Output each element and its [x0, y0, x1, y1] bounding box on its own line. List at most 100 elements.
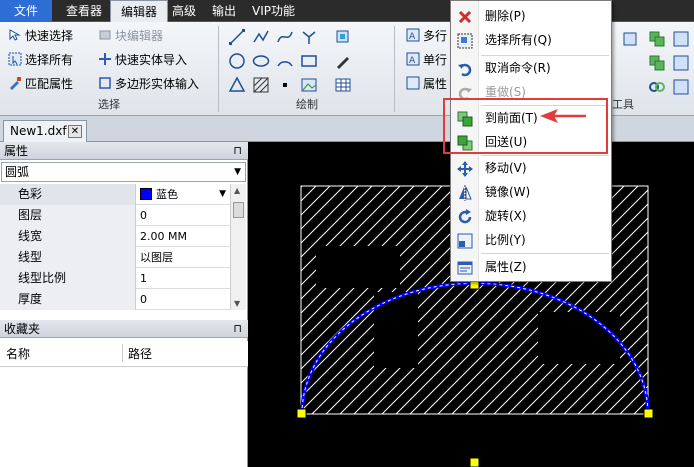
arc-grip-end[interactable] [643, 408, 654, 419]
menu-item-select-all[interactable]: 选择所有(Q) [451, 29, 611, 52]
pin-icon[interactable]: ⊓ [233, 320, 242, 338]
table-icon[interactable] [334, 76, 352, 94]
scroll-thumb[interactable] [233, 202, 244, 218]
object-type-select[interactable]: 圆弧 ▼ [1, 162, 246, 182]
property-value[interactable]: 1 [137, 268, 230, 289]
multiline-text-button[interactable]: A 多行 [406, 26, 447, 46]
favorites-column-header: 名称 路径 [0, 341, 248, 367]
layers-icon[interactable] [672, 30, 690, 48]
property-row[interactable]: 线型比例 1 [0, 268, 230, 289]
menu-item-label: 比例(Y) [485, 233, 526, 247]
arrow-annotation-icon [540, 109, 586, 123]
property-row[interactable]: 线型 以图层 [0, 247, 230, 268]
pen-icon[interactable] [334, 52, 352, 70]
menu-item-delete[interactable]: 删除(P) [451, 5, 611, 28]
menu-item-label: 移动(V) [485, 161, 527, 175]
close-tab-button[interactable]: ✕ [68, 125, 82, 138]
polyline-icon[interactable] [252, 28, 270, 46]
property-value[interactable]: 2.00 MM [137, 226, 230, 247]
point-icon[interactable] [300, 28, 318, 46]
property-row[interactable]: 线宽 2.00 MM [0, 226, 230, 247]
arc-icon[interactable] [276, 52, 294, 70]
link-icon[interactable] [648, 78, 666, 96]
property-value[interactable]: 以图层 [137, 247, 230, 268]
polygon-entity-input-label: 多边形实体输入 [115, 77, 200, 91]
color-value: 蓝色 [156, 188, 178, 201]
column-header-path[interactable]: 路径 [128, 345, 152, 362]
arc-grip-center[interactable] [469, 457, 480, 467]
column-header-name[interactable]: 名称 [6, 345, 30, 362]
ungroup-icon[interactable] [672, 54, 690, 72]
quick-entity-import-button[interactable]: 快速实体导入 [98, 50, 187, 70]
property-row[interactable]: 色彩 蓝色 ▼ [0, 184, 230, 205]
property-value[interactable]: 蓝色 ▼ [137, 184, 230, 205]
favorites-panel-header: 收藏夹 ⊓ [0, 320, 248, 338]
property-value[interactable]: 0 [137, 289, 230, 310]
attribute-label: 属性 [423, 77, 448, 91]
select-all-button[interactable]: 选择所有 [8, 50, 73, 70]
hatch-icon[interactable] [252, 76, 270, 94]
dot-icon[interactable] [276, 76, 294, 94]
rectangle-icon[interactable] [300, 52, 318, 70]
properties-icon [457, 261, 473, 275]
ellipse-icon[interactable] [252, 52, 270, 70]
brush-icon [10, 77, 21, 90]
block-editor-icon [99, 30, 111, 40]
quick-select-button[interactable]: 快速选择 [8, 26, 73, 46]
menu-item-move[interactable]: 移动(V) [451, 157, 611, 180]
svg-text:A: A [409, 56, 416, 66]
spline-icon[interactable] [276, 28, 294, 46]
text-icon: A [406, 52, 420, 66]
column-divider [122, 344, 123, 362]
menu-separator [481, 253, 609, 254]
scroll-up-icon[interactable]: ▲ [234, 186, 240, 195]
menu-tab-output[interactable]: 输出 [202, 0, 246, 22]
block-editor-button[interactable]: 块编辑器 [98, 26, 163, 46]
quick-select-label: 快速选择 [25, 29, 74, 43]
property-row[interactable]: 厚度 0 [0, 289, 230, 310]
polygon-icon [99, 77, 111, 89]
property-name: 图层 [0, 205, 136, 226]
match-props-button[interactable]: 匹配属性 [8, 74, 73, 94]
delete-icon [458, 10, 472, 24]
group-icon[interactable] [648, 54, 666, 72]
scroll-down-icon[interactable]: ▼ [234, 299, 240, 308]
menu-tab-vip[interactable]: VIP功能 [242, 0, 305, 22]
singleline-text-button[interactable]: A 单行 [406, 50, 447, 70]
line-icon[interactable] [228, 28, 246, 46]
menu-tab-viewer[interactable]: 查看器 [56, 0, 112, 22]
align-icon[interactable] [622, 30, 640, 48]
attribute-button[interactable]: 属性 [406, 74, 447, 94]
pin-icon[interactable]: ⊓ [233, 142, 242, 160]
menu-item-rotate[interactable]: 旋转(X) [451, 205, 611, 228]
arc-grip-start[interactable] [296, 408, 307, 419]
property-name: 线宽 [0, 226, 136, 247]
menu-item-label: 旋转(X) [485, 209, 527, 223]
triangle-icon[interactable] [228, 76, 246, 94]
undo-icon [458, 63, 472, 77]
property-value[interactable]: 0 [137, 205, 230, 226]
property-name: 厚度 [0, 289, 136, 310]
menu-item-properties[interactable]: 属性(Z) [451, 256, 611, 279]
copy-icon[interactable] [648, 30, 666, 48]
favorites-panel-title: 收藏夹 [4, 322, 41, 336]
property-scrollbar[interactable]: ▲ ▼ [230, 184, 246, 310]
chevron-down-icon[interactable]: ▼ [219, 184, 226, 205]
document-tab[interactable]: New1.dxf ✕ [3, 120, 87, 142]
menu-tab-advanced[interactable]: 高级 [162, 0, 206, 22]
menu-item-mirror[interactable]: 镜像(W) [451, 181, 611, 204]
draw-group-label: 绘制 [296, 98, 318, 111]
menu-tab-file[interactable]: 文件 [0, 0, 52, 22]
circle-icon[interactable] [228, 52, 246, 70]
menu-item-scale[interactable]: 比例(Y) [451, 229, 611, 252]
image-icon[interactable] [300, 76, 318, 94]
insert-block-icon[interactable] [334, 28, 352, 46]
crosshair-icon [99, 53, 111, 65]
quick-select-icon [9, 29, 21, 41]
color-swatch [140, 188, 152, 200]
polygon-entity-input-button[interactable]: 多边形实体输入 [98, 74, 199, 94]
menu-item-undo[interactable]: 取消命令(R) [451, 57, 611, 80]
explode-icon[interactable] [672, 78, 690, 96]
property-row[interactable]: 图层 0 [0, 205, 230, 226]
menu-tab-editor[interactable]: 编辑器 [110, 0, 169, 23]
